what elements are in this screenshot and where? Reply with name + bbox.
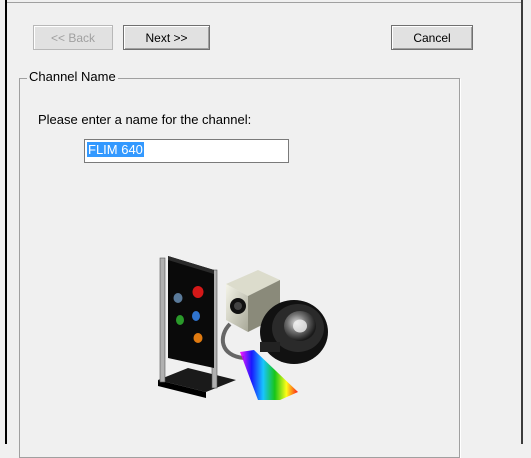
microscope-camera-spectrum-icon: [158, 256, 328, 400]
window-top-border: [7, 0, 521, 3]
cancel-button-label: Cancel: [413, 30, 451, 45]
channel-name-value: FLIM 640: [87, 142, 144, 157]
back-button[interactable]: << Back: [33, 25, 113, 50]
cancel-button[interactable]: Cancel: [391, 25, 473, 50]
channel-name-prompt: Please enter a name for the channel:: [38, 112, 252, 127]
group-title: Channel Name: [27, 69, 118, 84]
channel-name-input[interactable]: FLIM 640: [84, 139, 289, 163]
back-button-label: << Back: [50, 30, 96, 45]
next-button[interactable]: Next >>: [123, 25, 210, 50]
next-button-label: Next >>: [145, 30, 188, 45]
window-right-border: [521, 0, 531, 444]
window-left-border: [0, 0, 7, 444]
